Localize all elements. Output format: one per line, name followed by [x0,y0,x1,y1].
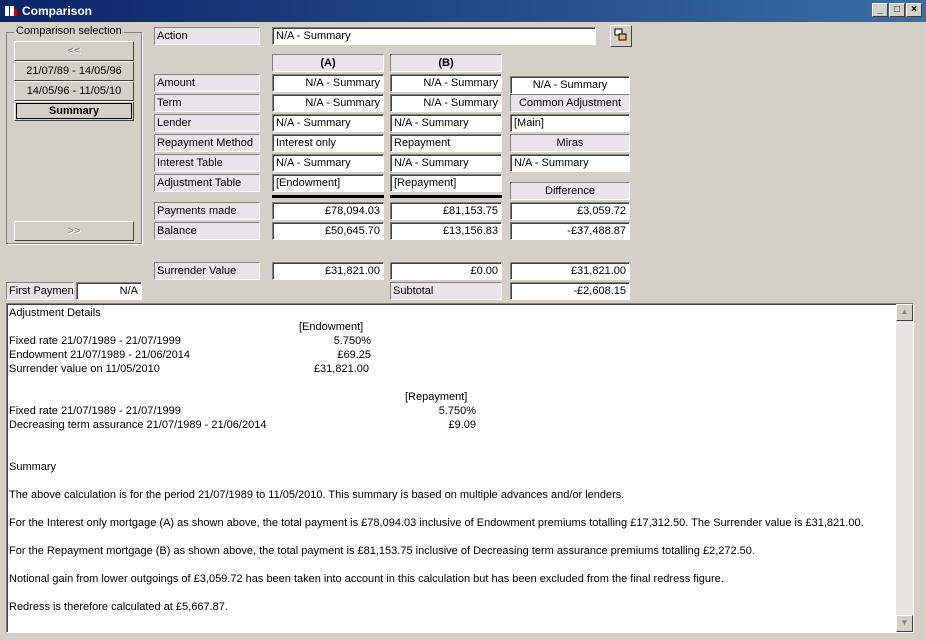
column-a-separator [272,195,384,198]
details-heading: Adjustment Details [9,307,101,319]
next-button[interactable]: >> [14,221,134,241]
summary-button[interactable]: Summary [14,101,134,121]
period-2-button[interactable]: 14/05/96 - 11/05/10 [14,81,134,101]
lender-label: Lender [154,114,260,132]
endowment-value-2: £69.25 [337,349,371,361]
adjustment-details-textarea[interactable]: Adjustment Details [Endowment] Fixed rat… [6,303,914,633]
endowment-value-1: 5.750% [333,335,371,347]
first-payment-field[interactable]: N/A [76,282,142,300]
lookup-icon [614,28,627,41]
summary-paragraph-3: For the Repayment mortgage (B) as shown … [9,545,755,557]
comparison-selection-legend: Comparison selection [14,25,124,37]
miras-label: Miras [510,134,630,152]
repayment-header: [Repayment] [405,391,468,403]
period-1-button[interactable]: 21/07/89 - 14/05/96 [14,61,134,81]
term-label: Term [154,94,260,112]
common-adjustment-field[interactable]: [Main] [510,114,630,132]
balance-a-field[interactable]: £50,645.70 [272,222,384,240]
term-b-field[interactable]: N/A - Summary [390,94,502,112]
payments-made-diff-field[interactable]: £3,059.72 [510,202,630,220]
adjustment-table-label: Adjustment Table [154,174,260,192]
repayment-value-1: 5.750% [438,405,476,417]
interest-table-a-field[interactable]: N/A - Summary [272,154,384,172]
column-a-header: (A) [272,54,384,72]
title-bar: Comparison _ □ × [0,0,926,22]
balance-diff-field[interactable]: -£37,488.87 [510,222,630,240]
app-icon [5,6,17,16]
surrender-value-label: Surrender Value [154,262,260,280]
payments-made-a-field[interactable]: £78,094.03 [272,202,384,220]
payments-made-b-field[interactable]: £81,153.75 [390,202,502,220]
subtotal-field[interactable]: -£2,608.15 [510,282,630,300]
close-icon: × [911,4,917,15]
maximize-icon: □ [893,4,901,15]
right-amount-field[interactable]: N/A - Summary [510,76,630,94]
term-a-field[interactable]: N/A - Summary [272,94,384,112]
scroll-down-button[interactable]: ▼ [896,615,913,632]
endowment-header: [Endowment] [299,321,364,333]
common-adjustment-label: Common Adjustment [510,94,630,112]
comparison-selection-group: Comparison selection << 21/07/89 - 14/05… [6,25,142,244]
minimize-icon: _ [877,4,883,15]
difference-label: Difference [510,182,630,200]
summary-heading: Summary [9,461,57,473]
subtotal-label: Subtotal [390,282,502,300]
window-title: Comparison [22,4,93,18]
scroll-down-icon: ▼ [900,618,909,627]
adjustment-table-b-field[interactable]: [Repayment] [390,174,502,192]
interest-table-b-field[interactable]: N/A - Summary [390,154,502,172]
adjustment-table-a-field[interactable]: [Endowment] [272,174,384,192]
balance-b-field[interactable]: £13,156.83 [390,222,502,240]
adjustment-details-content: Adjustment Details [Endowment] Fixed rat… [7,304,897,632]
maximize-button[interactable]: □ [889,3,905,17]
summary-paragraph-5: Redress is therefore calculated at £5,66… [9,601,228,613]
payments-made-label: Payments made [154,202,260,220]
summary-paragraph-1: The above calculation is for the period … [9,489,625,501]
lender-a-field[interactable]: N/A - Summary [272,114,384,132]
scroll-up-button[interactable]: ▲ [896,304,913,321]
first-payment-label: First Payment [6,282,74,300]
lender-b-field[interactable]: N/A - Summary [390,114,502,132]
repayment-method-a-field[interactable]: Interest only [272,134,384,152]
endowment-value-3: £31,821.00 [313,363,369,375]
action-field[interactable]: N/A - Summary [272,27,596,45]
repayment-value-2: £9.09 [448,419,476,431]
scroll-up-icon: ▲ [900,307,909,316]
surrender-value-a-field[interactable]: £31,821.00 [272,262,384,280]
summary-paragraph-2: For the Interest only mortgage (A) as sh… [9,517,864,529]
surrender-value-b-field[interactable]: £0.00 [390,262,502,280]
repayment-method-label: Repayment Method [154,134,260,152]
action-lookup-button[interactable] [610,25,632,47]
miras-field[interactable]: N/A - Summary [510,154,630,172]
column-b-separator [390,195,502,198]
amount-b-field[interactable]: N/A - Summary [390,74,502,92]
balance-label: Balance [154,222,260,240]
column-b-header: (B) [390,54,502,72]
close-button[interactable]: × [906,3,922,17]
repayment-method-b-field[interactable]: Repayment [390,134,502,152]
amount-label: Amount [154,74,260,92]
interest-table-label: Interest Table [154,154,260,172]
minimize-button[interactable]: _ [872,3,888,17]
previous-button[interactable]: << [14,41,134,61]
action-label: Action [154,27,260,45]
surrender-value-diff-field[interactable]: £31,821.00 [510,262,630,280]
amount-a-field[interactable]: N/A - Summary [272,74,384,92]
details-scrollbar[interactable]: ▲ ▼ [896,304,913,632]
summary-paragraph-4: Notional gain from lower outgoings of £3… [9,573,724,585]
